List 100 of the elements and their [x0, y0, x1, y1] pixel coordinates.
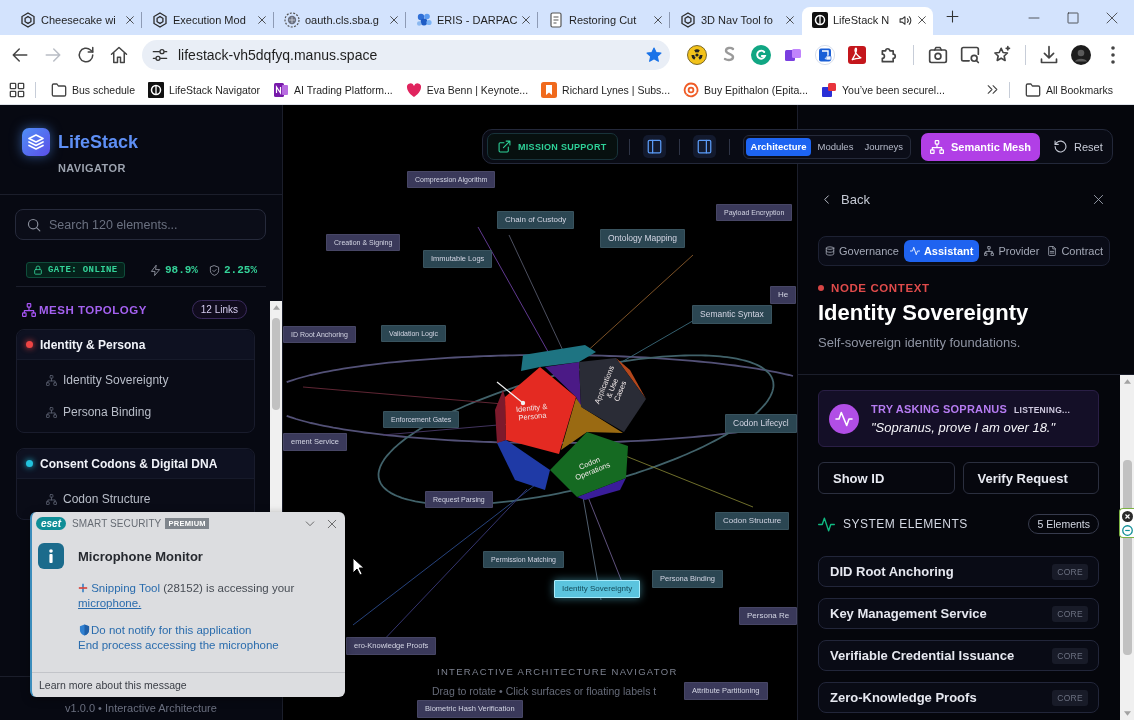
close-icon[interactable]: [1106, 11, 1118, 24]
mission-support-button[interactable]: MISSION SUPPORT: [487, 133, 618, 160]
node-label[interactable]: He: [770, 286, 797, 305]
swirl-tile-icon[interactable]: [847, 45, 867, 65]
semantic-mesh-button[interactable]: Semantic Mesh: [920, 132, 1041, 161]
reset-button[interactable]: Reset: [1050, 134, 1107, 159]
grid-icon[interactable]: [9, 81, 25, 98]
star-icon[interactable]: [646, 47, 662, 63]
element-card[interactable]: Key Management Service CORE: [818, 598, 1099, 629]
close-icon[interactable]: [389, 15, 399, 25]
node-label[interactable]: Codon Structure: [715, 512, 790, 531]
view-tab[interactable]: Journeys: [859, 137, 908, 156]
node-label[interactable]: Chain of Custody: [497, 211, 575, 230]
scrollbar[interactable]: [1120, 375, 1134, 720]
node-label[interactable]: Identity Sovereignty: [554, 580, 641, 599]
node-label[interactable]: Codon Lifecycl: [725, 414, 797, 434]
avatar-icon[interactable]: [1071, 45, 1091, 65]
panel-tab[interactable]: Assistant: [903, 240, 980, 262]
section-title: MESH TOPOLOGY: [39, 303, 147, 316]
panel-tab[interactable]: Contract: [1044, 240, 1106, 262]
microphone-link[interactable]: microphone.: [78, 597, 142, 609]
home-icon[interactable]: [110, 46, 128, 64]
cross-icon: [78, 583, 88, 593]
plus-icon[interactable]: [946, 10, 959, 23]
notification-action-link[interactable]: End process accessing the microphone: [78, 638, 279, 651]
browser-tab[interactable]: Execution Mod: [142, 7, 273, 35]
bookmark-item[interactable]: Buy Epithalon (Epita...: [678, 81, 813, 98]
external-link-icon: [498, 140, 511, 153]
element-card[interactable]: Zero-Knowledge Proofs CORE: [818, 682, 1099, 713]
reload-icon[interactable]: [77, 46, 95, 64]
bookmark-item[interactable]: You’ve been securel...: [816, 81, 950, 98]
browser-tab[interactable]: Restoring Cut: [538, 7, 669, 35]
tune-icon[interactable]: [152, 47, 168, 63]
back-icon[interactable]: [11, 46, 29, 64]
panel-tab[interactable]: Governance: [822, 240, 902, 262]
element-card[interactable]: Verifiable Credential Issuance CORE: [818, 640, 1099, 671]
chevron-left-icon: [821, 193, 832, 205]
panel-toggle-button[interactable]: [642, 135, 666, 158]
scrollbar-thumb[interactable]: [272, 318, 280, 410]
tree-item[interactable]: Persona Binding: [46, 396, 254, 428]
close-icon[interactable]: [521, 15, 531, 25]
back-button[interactable]: Back: [818, 191, 870, 207]
browser-tab[interactable]: 3D Nav Tool fo: [670, 7, 801, 35]
minus-circle-icon[interactable]: [1121, 524, 1133, 536]
close-icon[interactable]: [917, 15, 927, 25]
bookmark-item[interactable]: AI Trading Platform...: [268, 81, 398, 98]
close-icon[interactable]: [785, 15, 795, 25]
action-button[interactable]: Verify Request: [962, 462, 1099, 494]
close-icon[interactable]: [1093, 193, 1104, 205]
download-icon[interactable]: [1039, 45, 1059, 65]
bookmark-item[interactable]: All Bookmarks: [1019, 81, 1118, 98]
close-icon[interactable]: [257, 15, 267, 25]
bookmark-item[interactable]: LifeStack Navigator: [143, 81, 266, 98]
bookmark-item[interactable]: Bus schedule: [46, 81, 141, 98]
group-header[interactable]: Consent Codons & Digital DNA: [17, 449, 254, 479]
network-icon: [929, 139, 944, 154]
close-icon[interactable]: [327, 518, 337, 529]
browser-tab[interactable]: ERIS - DARPAC: [406, 7, 537, 35]
shield-lock-icon[interactable]: [815, 45, 835, 65]
bookmark-item[interactable]: Eva Benn | Keynote...: [400, 81, 534, 98]
browser-tab[interactable]: Cheesecake wi: [10, 7, 141, 35]
network-icon: [46, 493, 57, 505]
browser-tab[interactable]: LifeStack N: [802, 7, 933, 35]
close-circle-icon[interactable]: [1121, 510, 1133, 522]
puzzle-icon[interactable]: [879, 45, 899, 65]
camera-icon[interactable]: [928, 45, 948, 65]
info-icon: [38, 543, 64, 569]
learn-more-link[interactable]: Learn more about this message: [39, 679, 187, 691]
node-label[interactable]: Semantic Syntax: [692, 305, 772, 325]
group-header[interactable]: Identity & Persona: [17, 330, 254, 360]
app-link[interactable]: Snipping Tool: [91, 582, 161, 594]
tree-item[interactable]: Codon Structure: [46, 483, 254, 515]
tree-item[interactable]: Identity Sovereignty: [46, 364, 254, 396]
element-card[interactable]: DID Root Anchoring CORE: [818, 556, 1099, 587]
shield-icon: [79, 623, 90, 636]
maximize-icon[interactable]: [1067, 11, 1079, 24]
close-icon[interactable]: [653, 15, 663, 25]
view-tab[interactable]: Modules: [812, 137, 859, 156]
screen-search-icon[interactable]: [960, 45, 980, 65]
brand-logo: eset: [36, 517, 66, 530]
node-label[interactable]: Ontology Mapping: [600, 229, 685, 249]
radiation-icon[interactable]: [687, 45, 707, 65]
panel-tab[interactable]: Provider: [981, 240, 1043, 262]
activity-icon: [818, 515, 835, 533]
chevrons-icon[interactable]: [985, 83, 999, 96]
circle-tile-icon: [148, 81, 165, 98]
panel-toggle-button[interactable]: [692, 135, 716, 158]
search-field[interactable]: Search 120 elements...: [15, 209, 266, 240]
node-label[interactable]: Persona Re: [739, 607, 797, 626]
circle-arc-icon[interactable]: [751, 45, 771, 65]
speaker-icon[interactable]: [899, 13, 912, 27]
address-bar[interactable]: lifestack-vh5dqfyq.manus.space: [142, 40, 670, 70]
tag-badge: CORE: [1052, 563, 1088, 580]
notification-action-link[interactable]: Do not notify for this application: [91, 623, 252, 636]
close-icon[interactable]: [125, 15, 135, 25]
view-tab[interactable]: Architecture: [745, 137, 812, 156]
browser-tab[interactable]: oauth.cls.sba.g: [274, 7, 405, 35]
action-button[interactable]: Show ID: [818, 462, 955, 494]
bookmark-item[interactable]: Richard Lynes | Subs...: [536, 81, 676, 98]
side-widget[interactable]: [1119, 508, 1134, 538]
